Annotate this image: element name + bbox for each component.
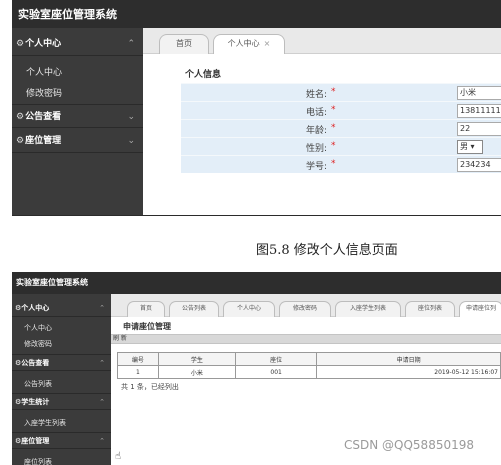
table-row[interactable]: 1 小米 001 2019-05-12 15:16:07	[117, 365, 501, 379]
main-content: 个人信息 姓名: * 小米 电话: * 13811111111 年龄: * 22…	[143, 54, 501, 215]
sidebar-section-personal[interactable]: ⚙个人中心 ⌃	[12, 300, 111, 317]
sidebar-section-label: 个人中心	[21, 304, 50, 312]
sidebar-item-seat-list[interactable]: 座位列表	[24, 457, 52, 465]
field-label: 学号:	[305, 162, 327, 172]
refresh-button[interactable]: 刷 新	[113, 335, 127, 343]
tab-seat-list[interactable]: 座位列表	[405, 301, 455, 317]
form-row-age: 年龄: * 22	[181, 119, 501, 137]
table-cell: 2019-05-12 15:16:07	[316, 365, 501, 379]
form-row-gender: 性别: * 男 ▾	[181, 137, 501, 155]
gear-icon: ⚙	[16, 39, 25, 49]
tab-home[interactable]: 首页	[159, 34, 209, 54]
figure-caption: 图5.8 修改个人信息页面	[256, 243, 398, 258]
tab-notice-list[interactable]: 公告列表	[169, 301, 219, 317]
sidebar-section-label: 公告查看	[25, 112, 62, 122]
close-icon[interactable]: ×	[264, 39, 271, 48]
sidebar-section-students[interactable]: ⚙学生统计 ⌃	[12, 393, 111, 410]
top-header: 实验室座位管理系统	[12, 0, 501, 28]
page-title: 申请座位管理	[123, 322, 171, 331]
top-header: 实验室座位管理系统	[12, 272, 501, 294]
required-mark: *	[331, 105, 336, 115]
sidebar-item-change-password[interactable]: 修改密码	[26, 86, 62, 99]
age-field[interactable]: 22	[457, 122, 501, 136]
chevron-up-icon: ⌃	[99, 398, 105, 406]
screenshot-edit-profile: 实验室座位管理系统 ⚙个人中心 ⌃ 个人中心 修改密码 ⚙公告查看 ⌄ ⚙座位管…	[12, 0, 501, 216]
chevron-down-icon: ⌄	[127, 112, 135, 122]
table-cell: 001	[234, 365, 318, 379]
field-label: 性别:	[305, 144, 327, 154]
sidebar-section-personal[interactable]: ⚙个人中心 ⌃	[12, 32, 143, 56]
sidebar-item-change-password[interactable]: 修改密码	[24, 339, 52, 349]
sidebar-section-notices[interactable]: ⚙公告查看 ⌄	[12, 104, 143, 128]
sidebar-section-label: 学生统计	[21, 398, 50, 406]
sidebar-section-seats[interactable]: ⚙座位管理 ⌄	[12, 129, 143, 153]
chevron-up-icon: ⌃	[127, 39, 135, 49]
tab-bar: 首页 公告列表 个人中心 修改密码 入座学生列表 座位列表 申请座位列	[111, 294, 501, 317]
form-row-phone: 电话: * 13811111111	[181, 101, 501, 119]
name-field[interactable]: 小米	[457, 86, 501, 100]
field-label: 电话:	[305, 108, 327, 118]
field-label: 年龄:	[305, 126, 327, 136]
pagination-summary: 共 1 条，已经列出	[121, 383, 179, 391]
required-mark: *	[331, 87, 336, 97]
gear-icon: ⚙	[16, 112, 25, 122]
tab-home[interactable]: 首页	[127, 301, 165, 317]
column-header: 座位	[234, 352, 318, 366]
gender-select[interactable]: 男 ▾	[457, 140, 483, 154]
table-cell: 1	[117, 365, 159, 379]
required-mark: *	[331, 123, 336, 133]
sidebar-section-label: 个人中心	[25, 39, 62, 49]
tab-personal-center[interactable]: 个人中心 ×	[213, 34, 285, 54]
student-id-field[interactable]: 234234	[457, 158, 501, 172]
required-mark: *	[331, 141, 336, 151]
sidebar-section-seats[interactable]: ⚙座位管理 ⌃	[12, 432, 111, 449]
application-table: 编号 学生 座位 申请日期 1 小米 001 2019-05-12 15:16:…	[117, 352, 501, 379]
hand-cursor-icon: ☝	[115, 451, 122, 462]
sidebar: ⚙个人中心 ⌃ 个人中心 修改密码 ⚙公告查看 ⌃ 公告列表 ⚙学生统计 ⌃ 入…	[12, 294, 111, 465]
sidebar: ⚙个人中心 ⌃ 个人中心 修改密码 ⚙公告查看 ⌄ ⚙座位管理 ⌄	[12, 28, 143, 215]
tab-label: 首页	[176, 39, 192, 48]
sidebar-item-personal-center[interactable]: 个人中心	[24, 323, 52, 333]
tab-label: 个人中心	[227, 39, 260, 48]
table-header-row: 编号 学生 座位 申请日期	[117, 352, 501, 366]
phone-field[interactable]: 13811111111	[457, 104, 501, 118]
tab-personal-center[interactable]: 个人中心	[223, 301, 275, 317]
tab-seat-application[interactable]: 申请座位列	[459, 301, 501, 317]
form-row-student-id: 学号: * 234234	[181, 155, 501, 173]
sidebar-section-label: 座位管理	[25, 136, 62, 146]
chevron-up-icon: ⌃	[99, 304, 105, 312]
sidebar-section-label: 公告查看	[21, 359, 50, 367]
chevron-up-icon: ⌃	[99, 437, 105, 445]
watermark: CSDN @QQ58850198	[344, 438, 474, 452]
sidebar-item-notice-list[interactable]: 公告列表	[24, 379, 52, 389]
form-title: 个人信息	[185, 70, 222, 80]
sidebar-section-label: 座位管理	[21, 437, 50, 445]
required-mark: *	[331, 159, 336, 169]
gear-icon: ⚙	[16, 136, 25, 146]
field-label: 姓名:	[305, 90, 327, 100]
toolbar: 刷 新	[111, 334, 501, 344]
chevron-down-icon: ⌄	[127, 136, 135, 146]
tab-change-password[interactable]: 修改密码	[279, 301, 331, 317]
column-header: 编号	[117, 352, 159, 366]
screenshot-seat-application: 实验室座位管理系统 ⚙个人中心 ⌃ 个人中心 修改密码 ⚙公告查看 ⌃ 公告列表…	[12, 272, 501, 465]
chevron-up-icon: ⌃	[99, 359, 105, 367]
column-header: 申请日期	[316, 352, 501, 366]
app-title: 实验室座位管理系统	[18, 8, 117, 21]
sidebar-item-personal-center[interactable]: 个人中心	[26, 65, 62, 78]
table-cell: 小米	[157, 365, 236, 379]
sidebar-item-seated-students[interactable]: 入座学生列表	[24, 418, 66, 428]
form-row-name: 姓名: * 小米	[181, 83, 501, 101]
sidebar-section-notices[interactable]: ⚙公告查看 ⌃	[12, 354, 111, 371]
column-header: 学生	[157, 352, 236, 366]
tab-seated-students[interactable]: 入座学生列表	[335, 301, 401, 317]
app-title: 实验室座位管理系统	[16, 278, 88, 287]
tab-bar: 首页 个人中心 ×	[143, 28, 501, 54]
